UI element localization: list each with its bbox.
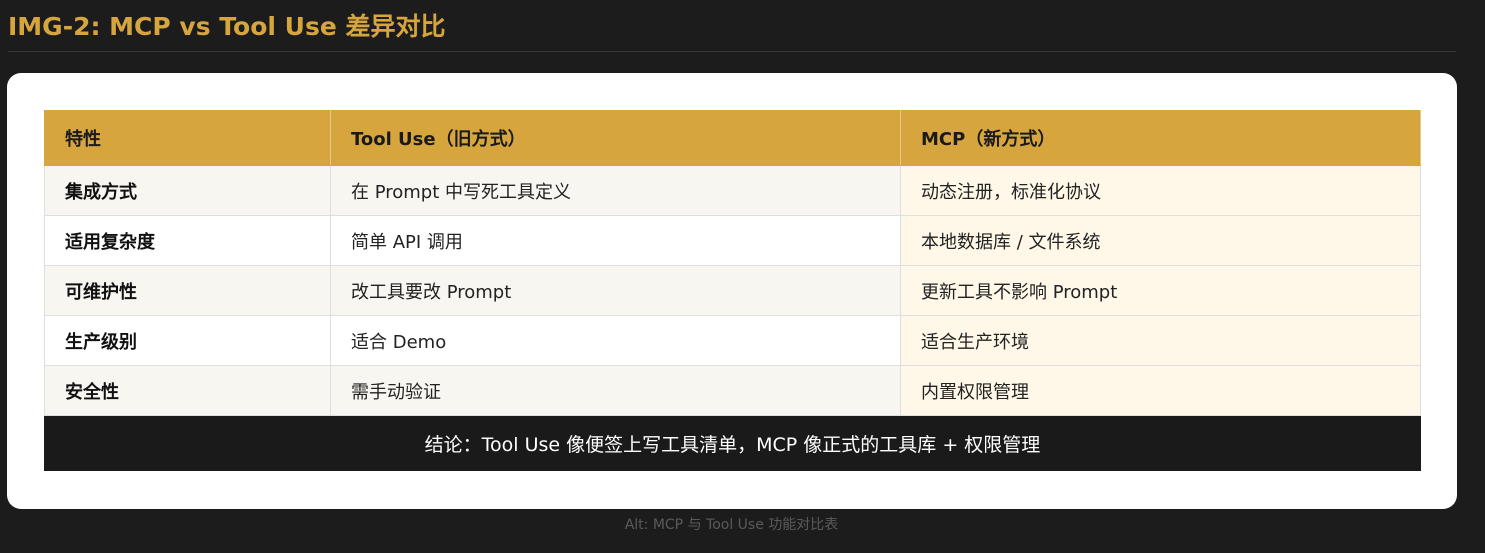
- feature-cell: 集成方式: [44, 165, 331, 216]
- page: IMG-2: MCP vs Tool Use 差异对比 特性 Tool Use（…: [0, 0, 1485, 553]
- tool-use-cell: 在 Prompt 中写死工具定义: [330, 165, 901, 216]
- table-row: 生产级别 适合 Demo 适合生产环境: [44, 315, 1421, 366]
- table-header-row: 特性 Tool Use（旧方式） MCP（新方式）: [44, 110, 1421, 166]
- table-row: 适用复杂度 简单 API 调用 本地数据库 / 文件系统: [44, 215, 1421, 266]
- tool-use-cell: 需手动验证: [330, 365, 901, 416]
- header-tool-use: Tool Use（旧方式）: [330, 110, 901, 166]
- feature-cell: 适用复杂度: [44, 215, 331, 266]
- image-alt-caption: Alt: MCP 与 Tool Use 功能对比表: [624, 517, 839, 533]
- comparison-table: 特性 Tool Use（旧方式） MCP（新方式） 集成方式 在 Prompt …: [44, 110, 1421, 471]
- feature-cell: 生产级别: [44, 315, 331, 366]
- feature-cell: 安全性: [44, 365, 331, 416]
- mcp-cell: 内置权限管理: [900, 365, 1421, 416]
- table-row: 安全性 需手动验证 内置权限管理: [44, 365, 1421, 416]
- mcp-cell: 动态注册，标准化协议: [900, 165, 1421, 216]
- conclusion-row: 结论：Tool Use 像便签上写工具清单，MCP 像正式的工具库 + 权限管理: [44, 415, 1421, 471]
- title-divider: [8, 51, 1456, 52]
- tool-use-cell: 改工具要改 Prompt: [330, 265, 901, 316]
- header-mcp: MCP（新方式）: [900, 110, 1421, 166]
- conclusion-text: 结论：Tool Use 像便签上写工具清单，MCP 像正式的工具库 + 权限管理: [44, 415, 1421, 471]
- table-row: 可维护性 改工具要改 Prompt 更新工具不影响 Prompt: [44, 265, 1421, 316]
- header-feature: 特性: [44, 110, 331, 166]
- mcp-cell: 本地数据库 / 文件系统: [900, 215, 1421, 266]
- mcp-cell: 更新工具不影响 Prompt: [900, 265, 1421, 316]
- feature-cell: 可维护性: [44, 265, 331, 316]
- mcp-cell: 适合生产环境: [900, 315, 1421, 366]
- table-row: 集成方式 在 Prompt 中写死工具定义 动态注册，标准化协议: [44, 165, 1421, 216]
- page-title: IMG-2: MCP vs Tool Use 差异对比: [8, 12, 446, 41]
- comparison-card: 特性 Tool Use（旧方式） MCP（新方式） 集成方式 在 Prompt …: [7, 73, 1457, 509]
- tool-use-cell: 简单 API 调用: [330, 215, 901, 266]
- tool-use-cell: 适合 Demo: [330, 315, 901, 366]
